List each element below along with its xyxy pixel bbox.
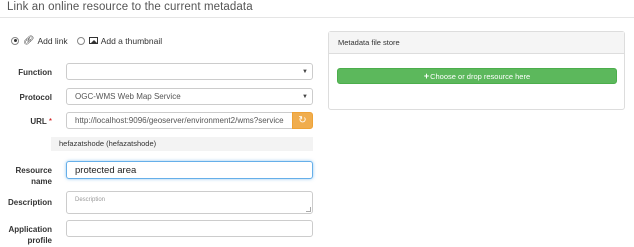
choose-resource-label: Choose or drop resource here bbox=[430, 71, 531, 81]
title-divider bbox=[0, 17, 634, 18]
application-profile-label-line1: Application bbox=[8, 225, 52, 234]
add-thumbnail-label: Add a thumbnail bbox=[100, 35, 163, 46]
layer-hint: hefazatshode (hefazatshode) bbox=[51, 137, 313, 151]
add-thumbnail-radio[interactable] bbox=[76, 36, 85, 45]
url-label: URL * bbox=[0, 116, 52, 127]
resize-grip-icon[interactable] bbox=[306, 207, 311, 212]
resource-name-label: Resource name bbox=[0, 165, 52, 187]
protocol-value: OGC-WMS Web Map Service bbox=[75, 92, 181, 101]
image-icon bbox=[88, 37, 98, 44]
file-store-heading: Metadata file store bbox=[329, 32, 624, 54]
choose-resource-button[interactable]: + Choose or drop resource here bbox=[337, 68, 617, 84]
url-input[interactable]: http://localhost:9096/geoserver/environm… bbox=[66, 112, 293, 129]
url-refresh-button[interactable]: ↻ bbox=[292, 112, 313, 129]
url-label-text: URL bbox=[30, 117, 47, 126]
required-marker: * bbox=[48, 117, 52, 126]
resource-name-value: protected area bbox=[75, 164, 137, 176]
add-link-label: Add link bbox=[37, 35, 68, 46]
page-title: Link an online resource to the current m… bbox=[7, 1, 253, 13]
protocol-label: Protocol bbox=[19, 93, 52, 102]
add-thumbnail-option[interactable]: Add a thumbnail bbox=[76, 35, 163, 46]
description-textarea[interactable]: Description bbox=[66, 191, 313, 214]
protocol-select[interactable]: OGC-WMS Web Map Service ▼ bbox=[66, 88, 313, 105]
resource-name-label-line2: name bbox=[31, 177, 52, 186]
resource-name-label-line1: Resource bbox=[15, 166, 52, 175]
description-placeholder: Description bbox=[75, 197, 106, 203]
application-profile-input[interactable] bbox=[66, 220, 313, 237]
link-icon: 🔗︎ bbox=[23, 35, 35, 45]
description-label: Description bbox=[7, 198, 52, 207]
refresh-icon: ↻ bbox=[298, 115, 307, 126]
chevron-down-icon: ▼ bbox=[302, 68, 308, 75]
plus-icon: + bbox=[423, 71, 430, 81]
chevron-down-icon: ▼ bbox=[302, 93, 308, 100]
metadata-file-store-panel: Metadata file store + Choose or drop res… bbox=[328, 31, 625, 110]
application-profile-label-line2: profile bbox=[27, 236, 52, 245]
url-value: http://localhost:9096/geoserver/environm… bbox=[75, 116, 284, 125]
mode-radio-group: 🔗︎ Add link Add a thumbnail bbox=[11, 35, 171, 46]
resource-name-input[interactable]: protected area bbox=[66, 161, 313, 179]
function-label: Function bbox=[18, 68, 52, 77]
function-select[interactable]: ▼ bbox=[66, 63, 313, 80]
add-link-option[interactable]: 🔗︎ Add link bbox=[11, 35, 68, 46]
application-profile-label: Application profile bbox=[0, 224, 52, 246]
add-link-radio[interactable] bbox=[11, 36, 19, 45]
